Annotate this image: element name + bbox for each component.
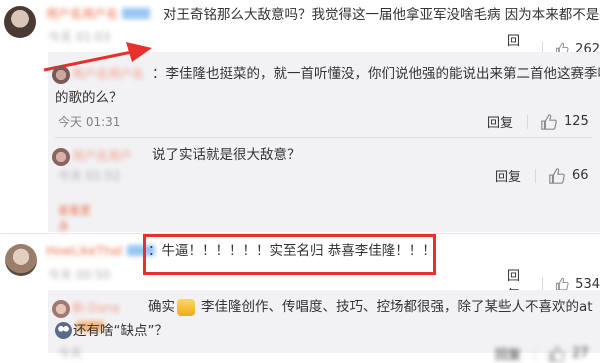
comment-time: 今天 01:31 bbox=[58, 115, 121, 129]
username[interactable]: HowLikeThat bbox=[46, 240, 156, 258]
comment-text: ：李佳隆也挺菜的，就一首听懂没，你们说他强的能说出来第二首他这赛季唱 bbox=[152, 66, 600, 82]
avatar[interactable] bbox=[52, 300, 70, 318]
like-count: 66 bbox=[572, 168, 589, 183]
like-icon[interactable] bbox=[548, 345, 566, 363]
reply-button[interactable]: 回复 bbox=[495, 166, 521, 185]
face-emoji-icon bbox=[55, 322, 72, 339]
avatar[interactable] bbox=[5, 244, 37, 276]
comment-text: ：牛逼！！！！！！实至名归 恭喜李佳隆！！！ bbox=[148, 243, 436, 259]
comment-text: 对王奇铭那么大敌意吗？我觉得这一届他拿亚军没啥毛病 因为本来都不是很强 bbox=[163, 7, 600, 23]
divider bbox=[55, 137, 592, 138]
username[interactable]: 用户名用户名 bbox=[72, 63, 152, 81]
thumbs-up-emoji-icon bbox=[177, 299, 195, 316]
username[interactable]: 用户名用户名 bbox=[46, 3, 156, 21]
username[interactable]: 用户名用户 bbox=[72, 145, 142, 163]
username[interactable]: 新-Dana bbox=[72, 297, 134, 332]
like-icon[interactable] bbox=[548, 167, 566, 185]
comment-time: 今天 01:52 bbox=[58, 169, 121, 183]
reply-button[interactable]: 回复 bbox=[487, 112, 513, 131]
comment-text: 李佳隆创作、传唱度、技巧、控场都很强，除了某些人不喜欢的at bbox=[201, 299, 593, 315]
avatar[interactable] bbox=[4, 6, 36, 38]
like-count: 27 bbox=[572, 346, 589, 361]
comment-actions: 回复 27 bbox=[495, 344, 589, 363]
comment-actions: 回复 125 bbox=[487, 112, 589, 131]
comment-text-start: 确实 bbox=[148, 299, 175, 315]
comment-text: 说了实话就是很大敌意？ bbox=[152, 147, 301, 163]
comment-actions: 回复 66 bbox=[495, 166, 589, 185]
like-count: 125 bbox=[564, 114, 589, 129]
avatar[interactable] bbox=[52, 148, 70, 166]
reply-button[interactable]: 回复 bbox=[495, 344, 521, 363]
like-icon[interactable] bbox=[540, 113, 558, 131]
avatar[interactable] bbox=[52, 66, 70, 84]
more-replies-link[interactable]: 查看更多 bbox=[58, 202, 98, 233]
comment-text-line2: 还有啥“缺点”？ bbox=[73, 323, 168, 339]
comment-time: 今天 00:50 bbox=[48, 268, 111, 282]
comment-text-line2: 的歌的么？ bbox=[55, 90, 123, 106]
